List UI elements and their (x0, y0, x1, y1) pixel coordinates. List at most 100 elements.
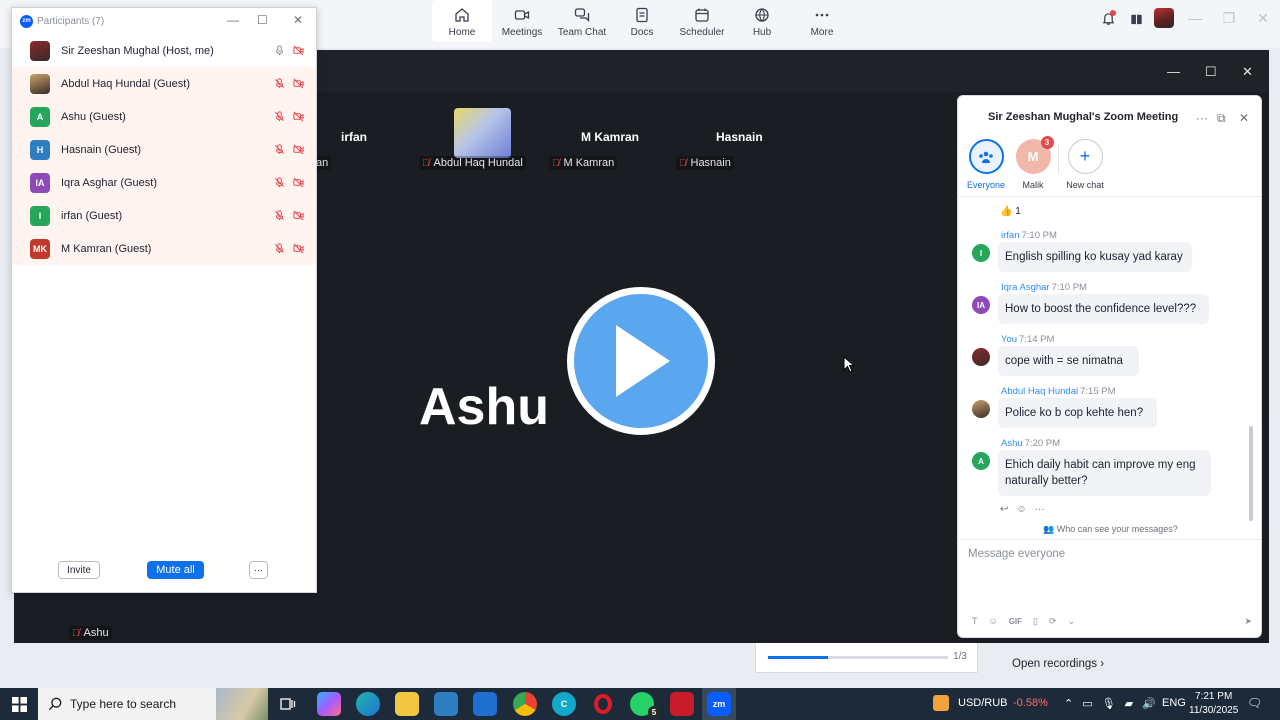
video-off-icon[interactable] (293, 45, 304, 56)
screenshot-icon[interactable]: ⟳ (1049, 616, 1057, 627)
participant-row[interactable]: Abdul Haq Hundal (Guest) (12, 67, 316, 100)
edge-browser-icon[interactable] (356, 692, 380, 716)
notification-center-icon[interactable]: 🗨 (1247, 696, 1262, 710)
notifications-button[interactable] (1094, 4, 1122, 32)
task-view-icon[interactable] (276, 692, 300, 716)
microphone-icon[interactable] (274, 45, 285, 56)
mouse-cursor-icon (843, 356, 855, 373)
play-button[interactable] (567, 287, 715, 435)
mic-muted-icon[interactable] (274, 144, 285, 155)
chat-scrollbar[interactable] (1249, 426, 1253, 521)
more-dots-icon[interactable]: ··· (1035, 504, 1045, 515)
main-close-button[interactable]: ✕ (1246, 10, 1280, 27)
windows-logo-icon (11, 696, 27, 712)
video-off-icon[interactable] (293, 210, 304, 221)
invite-button[interactable]: Invite (58, 561, 100, 579)
taskbar-search[interactable]: Type here to search (38, 688, 268, 720)
whatsapp-icon[interactable]: 5 (630, 692, 660, 718)
message-time: 7:14 PM (1019, 334, 1055, 345)
nav-scheduler[interactable]: Scheduler (672, 0, 732, 42)
participants-close-button[interactable]: ✕ (293, 13, 303, 27)
meeting-minimize-button[interactable]: — (1167, 64, 1180, 79)
participant-row[interactable]: Sir Zeeshan Mughal (Host, me) (12, 34, 316, 67)
emoji-icon[interactable]: ☺ (1016, 504, 1026, 515)
clock[interactable]: 7:21 PM 11/30/2025 (1189, 690, 1238, 718)
mail-icon[interactable] (473, 692, 497, 716)
participant-row[interactable]: H Hasnain (Guest) (12, 133, 316, 166)
taskbar-search-placeholder: Type here to search (70, 697, 177, 711)
chevron-up-icon[interactable]: ⌃ (1064, 697, 1073, 710)
reply-icon[interactable]: ↩ (1000, 504, 1008, 515)
mic-muted-icon[interactable] (274, 111, 285, 122)
chevron-down-icon[interactable]: ⌄ (1068, 616, 1076, 627)
reaction-thumbs-up[interactable]: 👍 1 (1000, 206, 1021, 217)
chat-close-icon[interactable]: ✕ (1239, 111, 1249, 125)
message-bubble[interactable]: Ehich daily habit can improve my eng nat… (998, 450, 1211, 496)
message-input[interactable]: Message everyone (968, 548, 1065, 560)
video-off-icon[interactable] (293, 177, 304, 188)
open-recordings-link[interactable]: Open recordings › (1012, 658, 1104, 670)
chat-divider (958, 196, 1261, 197)
gif-icon[interactable]: GIF (1009, 617, 1022, 626)
mic-muted-icon[interactable] (274, 243, 285, 254)
participants-more-button[interactable]: ··· (249, 561, 268, 579)
nav-hub[interactable]: Hub (732, 0, 792, 42)
mute-all-button[interactable]: Mute all (147, 561, 204, 579)
copilot-icon[interactable] (317, 692, 341, 716)
profile-avatar[interactable] (1150, 4, 1178, 32)
channel-new-chat[interactable]: + New chat (1060, 139, 1110, 190)
participant-row[interactable]: MK M Kamran (Guest) (12, 232, 316, 265)
chat-more-icon[interactable]: ··· (1196, 111, 1208, 125)
microsoft-store-icon[interactable] (434, 692, 458, 716)
main-minimize-button[interactable]: — (1178, 10, 1212, 26)
message-bubble[interactable]: English spilling ko kusay yad karay (998, 242, 1192, 272)
channel-malik[interactable]: M 3 Malik (1008, 136, 1058, 190)
message-bubble[interactable]: cope with = se nimatna (998, 346, 1139, 376)
message-bubble[interactable]: Police ko b cop kehte hen? (998, 398, 1157, 428)
speaker-label-text: Ashu (83, 627, 109, 639)
mic-muted-icon[interactable] (274, 177, 285, 188)
zoom-app-icon[interactable]: zm (707, 692, 731, 716)
microphone-icon[interactable]: 🎙 (1102, 697, 1116, 710)
nav-meetings[interactable]: Meetings (492, 0, 552, 42)
screen-recorder-icon[interactable] (670, 692, 694, 716)
nav-docs[interactable]: Docs (612, 0, 672, 42)
video-off-icon[interactable] (293, 144, 304, 155)
message-bubble[interactable]: How to boost the confidence level??? (998, 294, 1209, 324)
who-can-see-link[interactable]: 👥 Who can see your messages? (1043, 524, 1178, 535)
display-icon[interactable]: ▭ (1082, 697, 1092, 710)
volume-icon[interactable]: 🔊 (1142, 697, 1156, 710)
nav-home[interactable]: Home (432, 0, 492, 42)
participants-minimize-button[interactable]: — (227, 13, 239, 27)
emoji-icon[interactable]: ☺ (989, 616, 998, 626)
file-explorer-icon[interactable] (395, 692, 419, 716)
participant-row[interactable]: IA Iqra Asghar (Guest) (12, 166, 316, 199)
participant-row[interactable]: Iirfan (Guest) (12, 199, 316, 232)
send-icon[interactable]: ➤ (1244, 616, 1252, 627)
cursor-app-icon[interactable]: C (552, 692, 576, 716)
main-maximize-button[interactable]: ❐ (1212, 10, 1246, 27)
battery-icon[interactable]: ▰ (1125, 697, 1133, 710)
channel-everyone[interactable]: Everyone (961, 139, 1011, 190)
video-off-icon[interactable] (293, 78, 304, 89)
format-text-icon[interactable]: T (972, 616, 978, 626)
meeting-maximize-button[interactable]: ☐ (1205, 64, 1217, 80)
language-indicator[interactable]: ENG (1162, 697, 1186, 709)
mic-muted-icon[interactable] (274, 210, 285, 221)
start-button[interactable] (0, 688, 38, 720)
popout-icon[interactable]: ⧉ (1217, 111, 1226, 126)
apps-button[interactable] (1122, 4, 1150, 32)
mic-muted-icon[interactable] (274, 78, 285, 89)
meeting-close-button[interactable]: ✕ (1242, 64, 1253, 80)
channel-divider (1058, 144, 1059, 174)
participant-status-icons (274, 78, 304, 89)
video-off-icon[interactable] (293, 243, 304, 254)
nav-more[interactable]: More (792, 0, 852, 42)
nav-team-chat[interactable]: Team Chat (552, 0, 612, 42)
participants-maximize-button[interactable]: ☐ (257, 13, 268, 27)
video-off-icon[interactable] (293, 111, 304, 122)
file-icon[interactable]: ▯ (1033, 616, 1038, 627)
participant-row[interactable]: A Ashu (Guest) (12, 100, 316, 133)
chrome-browser-icon[interactable] (513, 692, 537, 716)
opera-browser-icon[interactable] (591, 692, 615, 716)
